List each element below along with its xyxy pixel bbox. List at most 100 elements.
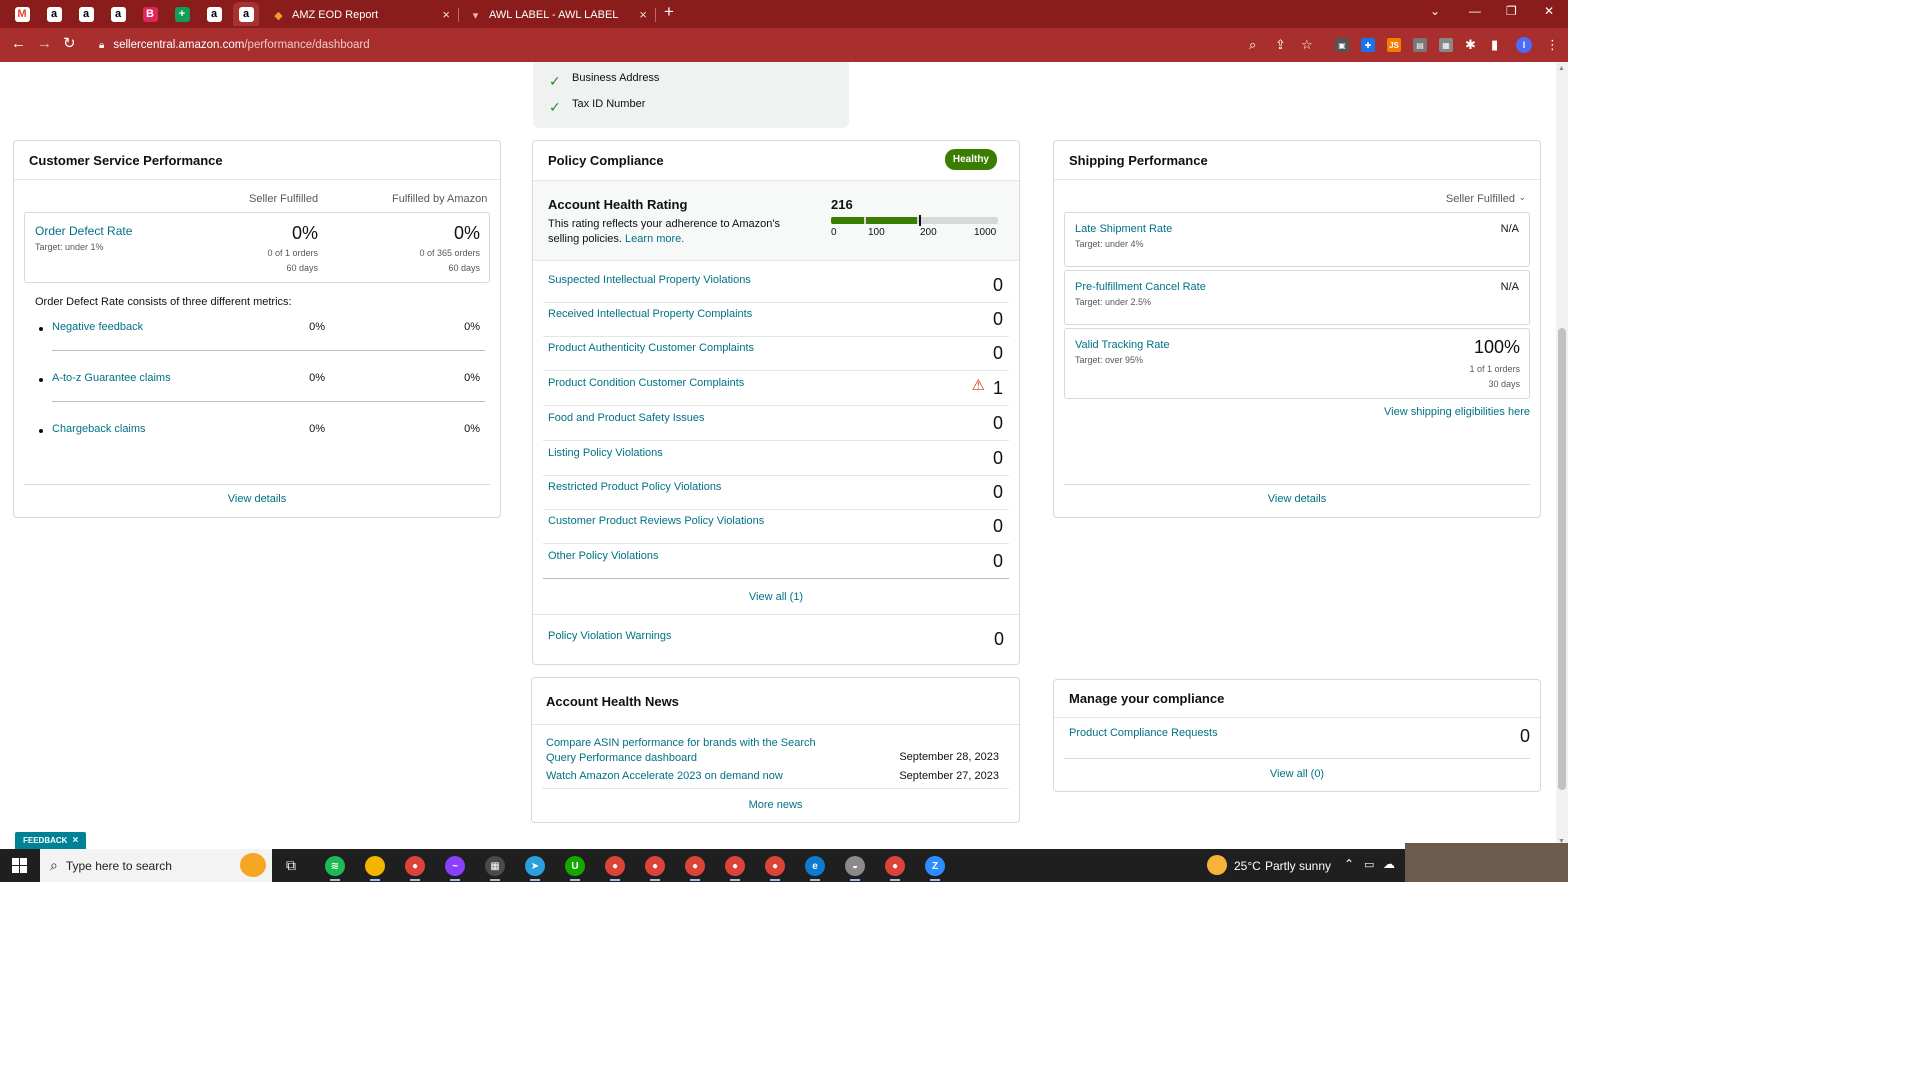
address-bar[interactable]: 🔒︎ sellercentral.amazon.com/performance/… [88,33,1238,57]
scroll-up-icon[interactable]: ▲ [1558,65,1565,72]
tab-awl-label[interactable]: ▾ AWL LABEL - AWL LABEL × [459,2,655,28]
policy-row-link[interactable]: Customer Product Reviews Policy Violatio… [548,515,764,527]
chrome-icon[interactable]: ● [885,856,905,876]
policy-row-link[interactable]: Restricted Product Policy Violations [548,481,721,493]
extension-grid-icon[interactable]: ▦ [1439,38,1453,52]
policy-view-all-link[interactable]: View all (1) [533,591,1019,603]
compliance-view-all-link[interactable]: View all (0) [1054,768,1540,780]
weather-icon[interactable] [1207,855,1227,875]
tray-chevron-up-icon[interactable]: ⌃ [1344,857,1354,871]
policy-row-link[interactable]: Food and Product Safety Issues [548,412,705,424]
chrome-profile-icon[interactable]: ● [765,856,785,876]
upwork-icon[interactable]: U [565,856,585,876]
pinned-tab[interactable]: a [41,2,67,26]
extension-image-icon[interactable]: ▤ [1413,38,1427,52]
tracking-value: 100% [1473,337,1520,357]
fulfillment-dropdown[interactable]: Seller Fulfilled [1446,193,1515,205]
pinned-tab[interactable]: B [137,2,163,26]
messenger-icon[interactable]: ~ [445,856,465,876]
late-shipment-box: Late Shipment Rate Target: under 4% N/A [1064,212,1530,267]
policy-row-link[interactable]: Product Authenticity Customer Complaints [548,342,754,354]
side-panel-icon[interactable]: ▮ [1491,37,1498,53]
chrome-icon[interactable]: ● [405,856,425,876]
minimize-icon[interactable]: — [1469,4,1481,18]
zoom-search-icon[interactable]: ⌕ [1249,37,1256,53]
negative-feedback-link[interactable]: Negative feedback [52,321,143,333]
new-tab-button[interactable]: + [664,2,674,22]
close-window-icon[interactable]: ✕ [1544,4,1554,18]
bookmark-star-icon[interactable]: ☆ [1301,37,1313,53]
policy-row-link[interactable]: Listing Policy Violations [548,447,663,459]
pinned-tab[interactable]: M [9,2,35,26]
chrome-profile-icon[interactable]: ● [605,856,625,876]
a-to-z-claims-link[interactable]: A-to-z Guarantee claims [52,372,171,384]
feedback-button[interactable]: FEEDBACK × [15,832,87,849]
back-icon[interactable]: ← [11,36,26,52]
order-defect-rate-link[interactable]: Order Defect Rate [35,224,132,238]
extensions-puzzle-icon[interactable]: ✱ [1465,37,1476,53]
policy-violation-warnings-link[interactable]: Policy Violation Warnings [548,630,672,642]
chrome-profile-icon[interactable]: ● [725,856,745,876]
close-tab-icon[interactable]: × [442,7,450,22]
restore-icon[interactable]: ❐ [1506,4,1517,18]
more-news-link[interactable]: More news [532,799,1019,811]
policy-row-count: 0 [992,516,1003,536]
lock-icon[interactable]: 🔒︎ [99,40,104,51]
odr-sf-days: 60 days [286,263,318,273]
telegram-icon[interactable]: ➤ [525,856,545,876]
tray-network-icon[interactable]: ▭ [1364,858,1374,871]
scrollbar-thumb[interactable] [1558,328,1566,790]
tab-search-chevron-icon[interactable]: ⌄ [1430,4,1440,18]
task-view-icon[interactable]: ⧉ [286,857,296,874]
chevron-down-icon[interactable]: ⌄ [1518,192,1526,203]
sheets-tab-icon: ◆ [274,9,283,22]
late-shipment-rate-link[interactable]: Late Shipment Rate [1075,223,1172,235]
extension-off-icon[interactable]: ▣ [1335,38,1349,52]
odr-description: Order Defect Rate consists of three diff… [35,296,292,308]
zoom-icon[interactable]: Z [925,856,945,876]
spotify-icon[interactable]: ≋ [325,856,345,876]
tab-amz-eod-report[interactable]: ◆ AMZ EOD Report × [262,2,458,28]
menu-dots-icon[interactable]: ⋮ [1546,37,1559,53]
close-icon[interactable]: × [72,835,78,846]
calculator-icon[interactable]: ▦ [485,856,505,876]
amazon-icon: a [46,6,62,22]
pinned-tab[interactable]: a [105,2,131,26]
shipping-view-details-link[interactable]: View details [1054,493,1540,505]
weather-description[interactable]: Partly sunny [1265,859,1331,873]
valid-tracking-rate-link[interactable]: Valid Tracking Rate [1075,339,1170,351]
pre-fulfillment-cancel-rate-link[interactable]: Pre-fulfillment Cancel Rate [1075,281,1206,293]
file-explorer-icon[interactable] [365,856,385,876]
policy-row-link[interactable]: Received Intellectual Property Complaint… [548,308,752,320]
chargeback-claims-link[interactable]: Chargeback claims [52,423,146,435]
profile-avatar[interactable]: I [1516,37,1532,53]
policy-row-link[interactable]: Product Condition Customer Complaints [548,377,744,389]
extension-puzzle-blue-icon[interactable]: ✚ [1361,38,1375,52]
shipping-eligibilities-link[interactable]: View shipping eligibilities here [1384,406,1530,418]
forward-icon[interactable]: → [37,36,52,52]
chrome-profile-icon[interactable]: ● [685,856,705,876]
product-compliance-requests-link[interactable]: Product Compliance Requests [1069,727,1218,739]
reload-icon[interactable]: ↻ [63,36,76,52]
pinned-tab[interactable]: a [201,2,227,26]
learn-more-link[interactable]: Learn more. [625,233,684,245]
policy-row-link[interactable]: Other Policy Violations [548,550,658,562]
news-item-link[interactable]: Watch Amazon Accelerate 2023 on demand n… [546,770,783,782]
share-icon[interactable]: ⇪ [1275,37,1286,53]
taskbar-search-box[interactable]: ⌕ Type here to search [40,849,272,882]
news-item-link[interactable]: Compare ASIN performance for brands with… [546,736,846,766]
pinned-tab[interactable]: a [233,2,259,26]
close-tab-icon[interactable]: × [639,7,647,22]
chrome-profile-icon[interactable]: ● [645,856,665,876]
game-icon[interactable]: ◒ [845,856,865,876]
weather-temp[interactable]: 25°C [1234,859,1261,873]
policy-row-link[interactable]: Suspected Intellectual Property Violatio… [548,274,751,286]
windows-start-icon[interactable] [12,858,27,873]
pinned-tab[interactable]: + [169,2,195,26]
pinned-tab[interactable]: a [73,2,99,26]
cs-view-details-link[interactable]: View details [14,493,500,505]
extension-js-icon[interactable]: JS [1387,38,1401,52]
policy-row-count: 0 [992,275,1003,295]
onedrive-cloud-icon[interactable]: ☁ [1383,857,1395,871]
edge-icon[interactable]: e [805,856,825,876]
